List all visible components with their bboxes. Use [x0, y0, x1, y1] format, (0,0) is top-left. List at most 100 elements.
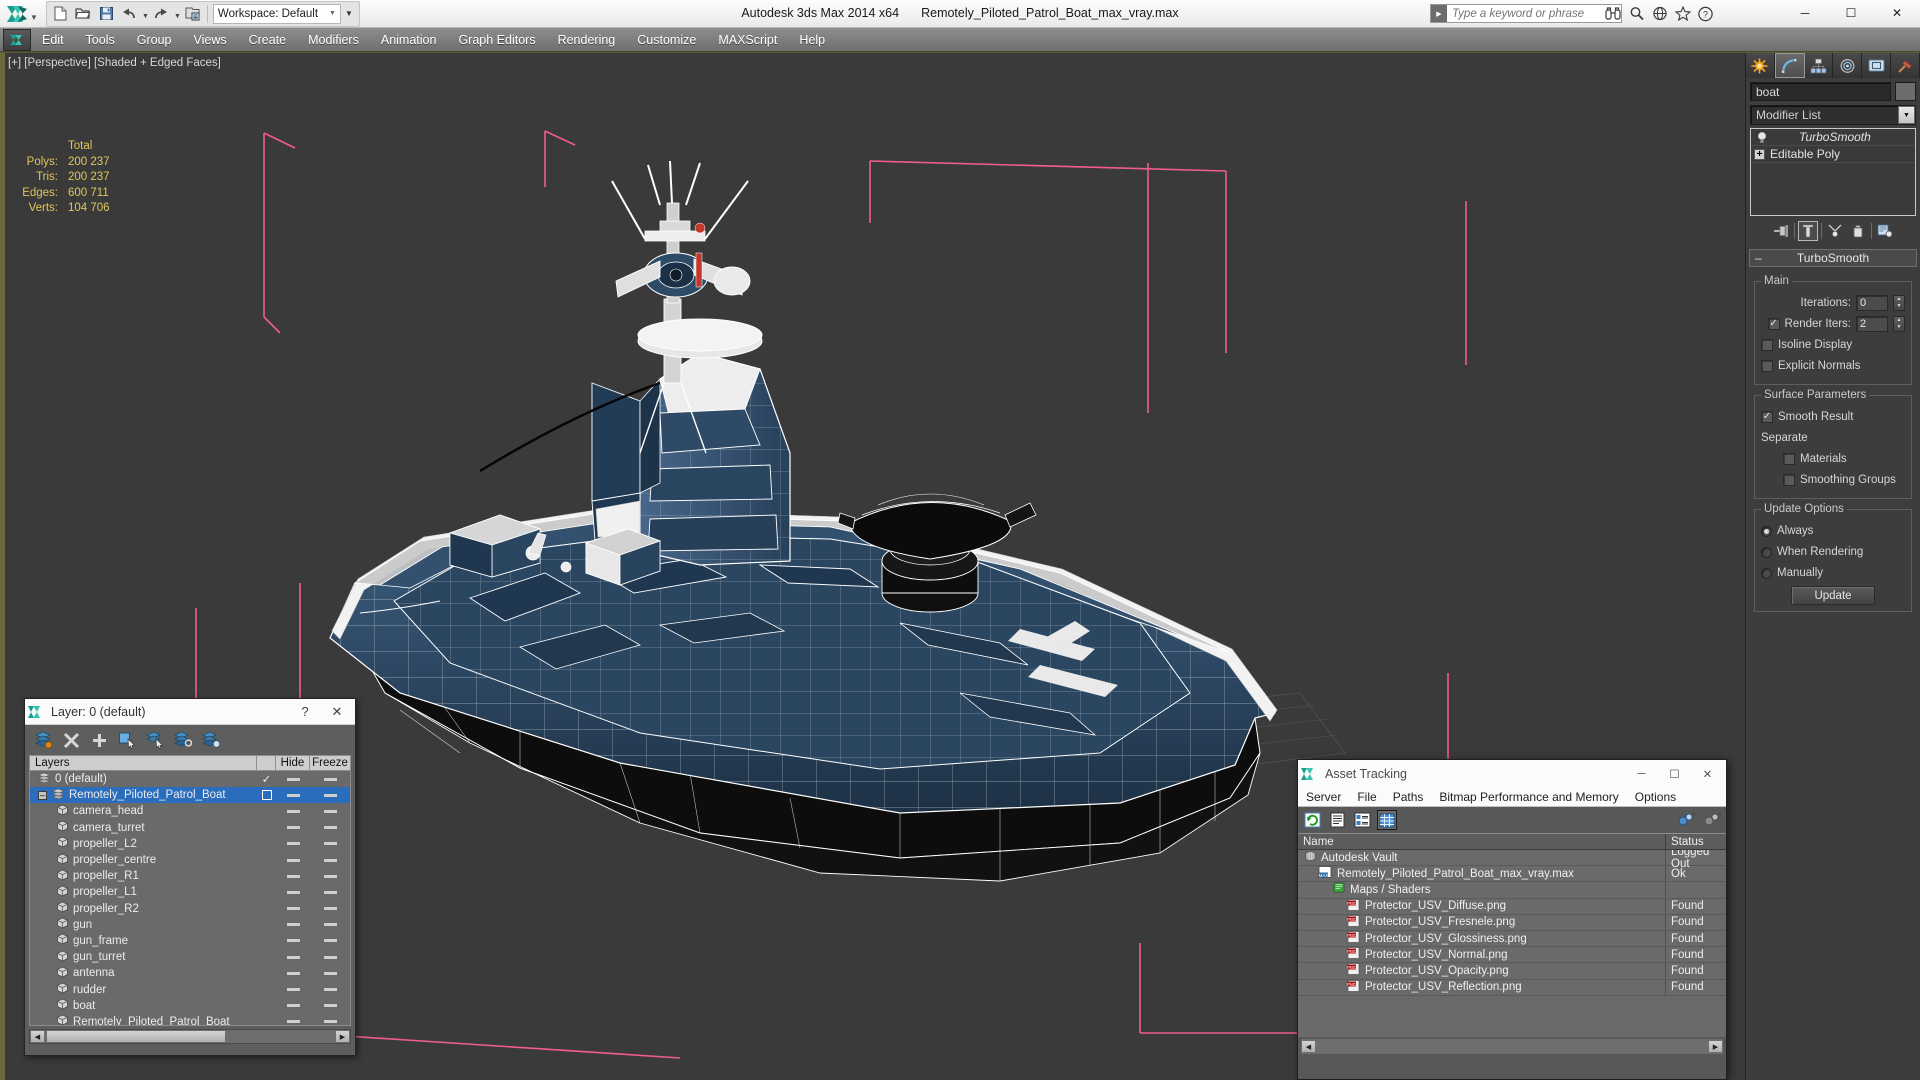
- layer-row[interactable]: gun_turret: [30, 949, 350, 965]
- asset-tracking-dialog[interactable]: Asset Tracking ─ ☐ ✕ Server File Paths Bitm…: [1297, 759, 1727, 1080]
- save-file-button[interactable]: [95, 3, 118, 25]
- delete-layer-button[interactable]: [61, 730, 81, 750]
- asset-name-cell[interactable]: MAX Remotely_Piloted_Patrol_Boat_max_vray…: [1298, 866, 1666, 882]
- layer-freeze-cell[interactable]: [310, 971, 350, 975]
- layer-dialog-titlebar[interactable]: Layer: 0 (default) ? ✕: [25, 699, 355, 725]
- layer-row-name-cell[interactable]: gun_turret: [30, 950, 257, 965]
- layer-row[interactable]: rudder: [30, 981, 350, 997]
- layer-row-name-cell[interactable]: propeller_L1: [30, 885, 257, 900]
- layer-row-name-cell[interactable]: propeller_R2: [30, 901, 257, 916]
- select-highlighted-objects-button[interactable]: [145, 730, 165, 750]
- asset-maximize-button[interactable]: ☐: [1658, 761, 1691, 787]
- scroll-left-arrow[interactable]: ◀: [30, 1030, 45, 1043]
- tab-motion[interactable]: [1833, 53, 1863, 78]
- layer-hide-cell[interactable]: [276, 1020, 310, 1024]
- layer-row[interactable]: 0 (default) ✓: [30, 771, 350, 787]
- expand-plus-icon[interactable]: +: [1754, 148, 1765, 160]
- menu-item-graph-editors[interactable]: Graph Editors: [447, 28, 546, 52]
- layer-hide-cell[interactable]: [276, 858, 310, 862]
- asset-row[interactable]: Autodesk Vault Logged Out: [1298, 850, 1726, 870]
- radio-always[interactable]: [1761, 525, 1772, 537]
- layer-row[interactable]: gun_frame: [30, 933, 350, 949]
- layer-freeze-cell[interactable]: [310, 923, 350, 927]
- remove-modifier-button[interactable]: [1848, 221, 1868, 241]
- layer-freeze-cell[interactable]: [310, 842, 350, 846]
- layer-row-name-cell[interactable]: gun: [30, 917, 257, 932]
- menu-item-maxscript[interactable]: MAXScript: [707, 28, 788, 52]
- menu-item-views[interactable]: Views: [182, 28, 237, 52]
- menu-item-help[interactable]: Help: [788, 28, 836, 52]
- isoline-display-checkbox[interactable]: [1761, 339, 1773, 351]
- layer-hide-cell[interactable]: [276, 890, 310, 894]
- communication-center-icon[interactable]: [1650, 4, 1669, 23]
- layer-freeze-cell[interactable]: [310, 777, 350, 781]
- new-file-button[interactable]: [49, 3, 72, 25]
- asset-list[interactable]: Autodesk Vault Logged Out MAX Remotely_Pilo…: [1298, 850, 1726, 1037]
- menu-item-group[interactable]: Group: [126, 28, 183, 52]
- layer-hide-cell[interactable]: [276, 923, 310, 927]
- tab-modify[interactable]: [1774, 53, 1805, 78]
- layer-freeze-cell[interactable]: [310, 988, 350, 992]
- asset-name-cell[interactable]: PNG Protector_USV_Fresnele.png: [1298, 914, 1666, 930]
- asset-name-cell[interactable]: PNG Protector_USV_Normal.png: [1298, 947, 1666, 963]
- asset-row[interactable]: PNG Protector_USV_Opacity.png Found: [1298, 963, 1726, 980]
- layer-hide-cell[interactable]: [276, 988, 310, 992]
- 3dsmax-logo[interactable]: [2, 1, 32, 27]
- close-button[interactable]: ✕: [1874, 0, 1920, 26]
- asset-column-status[interactable]: Status: [1666, 834, 1726, 849]
- menu-item-customize[interactable]: Customize: [626, 28, 707, 52]
- viewport-label[interactable]: [+] [Perspective] [Shaded + Edged Faces]: [8, 57, 221, 69]
- modifier-list-dropdown[interactable]: Modifier List ▼: [1750, 105, 1916, 125]
- asset-close-button[interactable]: ✕: [1691, 761, 1724, 787]
- search-input[interactable]: [1447, 7, 1621, 20]
- show-end-result-button[interactable]: [1798, 221, 1818, 241]
- layer-row-name-cell[interactable]: propeller_L2: [30, 836, 257, 851]
- add-selection-to-layer-button[interactable]: [89, 730, 109, 750]
- asset-name-cell[interactable]: PNG Protector_USV_Diffuse.png: [1298, 898, 1666, 914]
- open-file-button[interactable]: [72, 3, 95, 25]
- select-objects-in-layer-button[interactable]: [117, 730, 137, 750]
- layer-row[interactable]: camera_head: [30, 803, 350, 819]
- menu-item-modifiers[interactable]: Modifiers: [297, 28, 370, 52]
- asset-name-cell[interactable]: Autodesk Vault: [1298, 850, 1666, 866]
- menu-app-icon[interactable]: [3, 28, 31, 51]
- favorites-icon[interactable]: [1673, 4, 1692, 23]
- search-icon[interactable]: [1604, 4, 1623, 23]
- asset-name-cell[interactable]: PNG Protector_USV_Reflection.png: [1298, 979, 1666, 995]
- layer-hide-cell[interactable]: [276, 826, 310, 830]
- layer-freeze-cell[interactable]: [310, 1004, 350, 1008]
- layer-row-name-cell[interactable]: camera_turret: [30, 820, 257, 835]
- asset-scroll-left-arrow[interactable]: ◀: [1301, 1040, 1316, 1053]
- layer-freeze-cell[interactable]: [310, 793, 350, 797]
- layer-dialog[interactable]: Layer: 0 (default) ? ✕ Layers Hide Freez…: [24, 698, 356, 1056]
- scroll-right-arrow[interactable]: ▶: [335, 1030, 350, 1043]
- modifier-list-caret-icon[interactable]: ▼: [1898, 106, 1915, 124]
- column-freeze[interactable]: Freeze: [310, 756, 350, 770]
- layer-horizontal-scrollbar[interactable]: ◀ ▶: [29, 1029, 351, 1044]
- asset-name-cell[interactable]: Maps / Shaders: [1298, 882, 1666, 898]
- layer-hide-cell[interactable]: [276, 842, 310, 846]
- details-view-icon[interactable]: [1352, 810, 1372, 830]
- layer-hide-cell[interactable]: [276, 907, 310, 911]
- redo-dropdown[interactable]: ▼: [173, 3, 182, 25]
- asset-menu-bitmap-performance-and-memory[interactable]: Bitmap Performance and Memory: [1431, 787, 1626, 807]
- layer-freeze-cell[interactable]: [310, 809, 350, 813]
- asset-titlebar[interactable]: Asset Tracking ─ ☐ ✕: [1298, 760, 1726, 787]
- tab-utilities[interactable]: [1891, 53, 1920, 78]
- layer-row[interactable]: propeller_centre: [30, 852, 350, 868]
- layer-freeze-cell[interactable]: [310, 826, 350, 830]
- menu-item-rendering[interactable]: Rendering: [547, 28, 627, 52]
- modifier-stack-item-editable-poly[interactable]: + Editable Poly: [1751, 146, 1915, 163]
- rollout-collapse-icon[interactable]: –: [1755, 251, 1762, 265]
- layer-current-cell[interactable]: ✓: [257, 772, 276, 786]
- layer-row-name-cell[interactable]: antenna: [30, 966, 257, 981]
- layer-freeze-cell[interactable]: [310, 890, 350, 894]
- render-iters-value[interactable]: 2: [1856, 316, 1888, 332]
- layer-hide-cell[interactable]: [276, 1004, 310, 1008]
- layer-freeze-cell[interactable]: [310, 858, 350, 862]
- asset-row[interactable]: PNG Protector_USV_Normal.png Found: [1298, 947, 1726, 964]
- asset-row[interactable]: MAX Remotely_Piloted_Patrol_Boat_max_vray…: [1298, 866, 1726, 883]
- list-view-icon[interactable]: [1327, 810, 1347, 830]
- asset-scroll-right-arrow[interactable]: ▶: [1708, 1040, 1723, 1053]
- asset-row[interactable]: PNG Protector_USV_Reflection.png Found: [1298, 979, 1726, 996]
